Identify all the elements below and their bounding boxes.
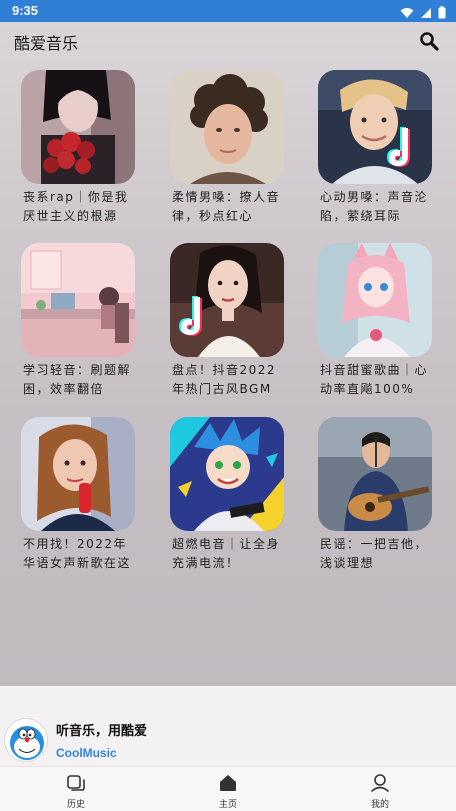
playlist-card[interactable]: 不用找！2022年华语女声新歌在这: [21, 417, 135, 573]
sad-girl-roses-cover[interactable]: [21, 70, 135, 184]
app-title: 酷爱音乐: [14, 34, 79, 53]
home-icon: [218, 773, 238, 793]
study-room-illustration-cover[interactable]: [21, 243, 135, 357]
tab-history[interactable]: 历史: [36, 767, 116, 811]
smiling-man-tiktok-cover[interactable]: [318, 70, 432, 184]
playlist-title: 抖音甜蜜歌曲｜心动率直飚100%: [320, 363, 429, 396]
playlist-card[interactable]: 丧系rap｜你是我厌世主义的根源: [21, 70, 135, 226]
playlist-title: 民谣：一把吉他，浅谈理想: [320, 537, 429, 570]
playlist-card[interactable]: 盘点！抖音2022年热门古风BGM合集: [170, 243, 284, 399]
curly-hair-man-cover[interactable]: [170, 70, 284, 184]
anime-pink-girl-cover[interactable]: [318, 243, 432, 357]
playlist-card[interactable]: 抖音甜蜜歌曲｜心动率直飚100%: [318, 243, 432, 399]
tab-home[interactable]: 主页: [188, 767, 268, 811]
tab-label: 我的: [370, 800, 389, 810]
playlist-title: 柔情男嗓：撩人音律，秒点红心: [172, 190, 281, 223]
history-icon: [66, 773, 86, 793]
player-subtitle: CoolMusic: [56, 746, 117, 760]
tab-label: 主页: [218, 800, 237, 810]
status-bar: 9:35: [0, 0, 456, 22]
playlist-title: 丧系rap｜你是我厌世主义的根源: [23, 190, 129, 223]
playlist-card[interactable]: 柔情男嗓：撩人音律，秒点红心: [170, 70, 284, 226]
search-icon[interactable]: [418, 30, 440, 52]
player-title: 听音乐，用酷爱: [56, 724, 148, 739]
signal-icon: [420, 4, 432, 23]
status-time: 9:35: [12, 3, 39, 18]
mini-player[interactable]: 听音乐，用酷爱 CoolMusic: [0, 686, 456, 766]
guitar-singer-cover[interactable]: [318, 417, 432, 531]
singer-woman-cover[interactable]: [21, 417, 135, 531]
app-header: 酷爱音乐: [0, 22, 456, 60]
playlist-card[interactable]: 心动男嗓：声音沦陷，萦绕耳际: [318, 70, 432, 226]
playlist-title: 不用找！2022年华语女声新歌在这: [23, 537, 132, 570]
anime-boy-cover[interactable]: [170, 417, 284, 531]
playlist-title: 盘点！抖音2022年热门古风BGM合集: [172, 363, 277, 396]
profile-icon: [370, 773, 390, 793]
tab-profile[interactable]: 我的: [340, 767, 420, 811]
playlist-title: 超燃电音｜让全身充满电流！: [172, 537, 281, 570]
playlist-card[interactable]: 民谣：一把吉他，浅谈理想: [318, 417, 432, 573]
bottom-tab-bar: 历史 主页 我的: [0, 766, 456, 811]
doraemon-avatar-icon[interactable]: [4, 718, 48, 762]
playlist-title: 学习轻音：刷题解困，效率翻倍: [23, 363, 132, 396]
playlist-card[interactable]: 学习轻音：刷题解困，效率翻倍: [21, 243, 135, 399]
battery-icon: [438, 4, 446, 23]
wifi-icon: [400, 4, 414, 23]
playlist-title: 心动男嗓：声音沦陷，萦绕耳际: [320, 190, 429, 223]
woman-tiktok-cover[interactable]: [170, 243, 284, 357]
playlist-card[interactable]: 超燃电音｜让全身充满电流！: [170, 417, 284, 573]
status-icons: [400, 4, 446, 23]
tab-label: 历史: [66, 800, 85, 810]
